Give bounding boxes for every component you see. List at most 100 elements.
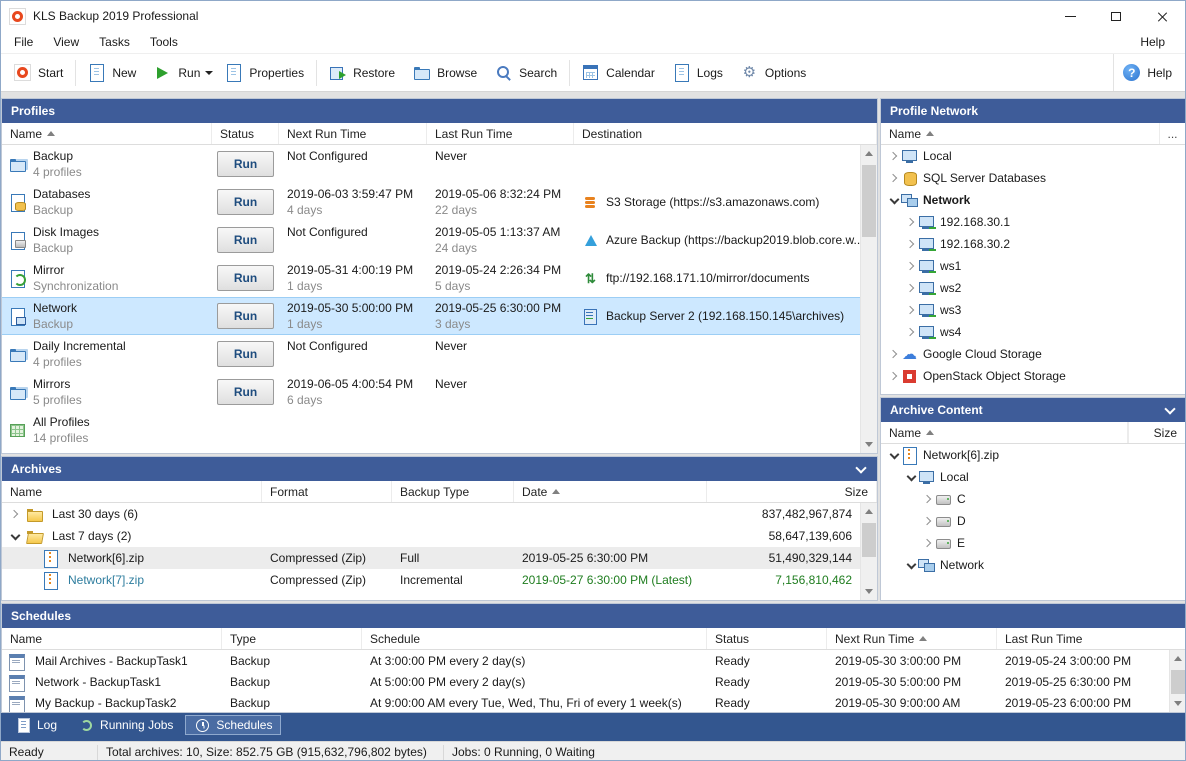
- column-header-last-run-time[interactable]: Last Run Time: [997, 628, 1186, 649]
- run-button[interactable]: Run: [217, 265, 274, 291]
- tree-item-host[interactable]: ws1: [881, 255, 1186, 277]
- chevron-right-icon[interactable]: [921, 492, 935, 506]
- close-button[interactable]: [1139, 1, 1185, 31]
- tab-running-jobs[interactable]: Running Jobs: [69, 715, 182, 735]
- run-button[interactable]: Run: [217, 151, 274, 177]
- column-header-size[interactable]: Size: [707, 481, 877, 502]
- profile-row-network-selected[interactable]: NetworkBackup Run 2019-05-30 5:00:00 PM1…: [2, 297, 860, 335]
- chevron-down-icon[interactable]: [887, 193, 901, 207]
- tree-item-local[interactable]: Local: [881, 145, 1186, 167]
- chevron-down-icon[interactable]: [904, 558, 918, 572]
- chevron-down-icon[interactable]: [904, 470, 918, 484]
- profile-row-daily-incremental[interactable]: Daily Incremental4 profiles Run Not Conf…: [2, 335, 860, 373]
- column-header-next-run-time[interactable]: Next Run Time: [827, 628, 997, 649]
- profile-row-all-profiles[interactable]: All Profiles14 profiles: [2, 411, 860, 449]
- chevron-right-icon[interactable]: [887, 369, 901, 383]
- archive-row-latest[interactable]: Network[7].zip Compressed (Zip) Incremen…: [2, 569, 860, 591]
- scroll-down-button[interactable]: [861, 583, 877, 600]
- collapse-chevron-icon[interactable]: [854, 462, 868, 476]
- schedule-row[interactable]: Mail Archives - BackupTask1 Backup At 3:…: [2, 650, 1169, 671]
- schedules-scrollbar[interactable]: [1169, 650, 1186, 712]
- tree-item-host[interactable]: ws4: [881, 321, 1186, 343]
- more-button[interactable]: ...: [1160, 123, 1186, 144]
- column-header-next-run-time[interactable]: Next Run Time: [279, 123, 427, 144]
- chevron-right-icon[interactable]: [904, 303, 918, 317]
- profile-row-databases[interactable]: DatabasesBackup Run 2019-06-03 3:59:47 P…: [2, 183, 860, 221]
- column-header-name[interactable]: Name: [2, 123, 212, 144]
- column-header-status[interactable]: Status: [707, 628, 827, 649]
- maximize-button[interactable]: [1093, 1, 1139, 31]
- column-header-backup-type[interactable]: Backup Type: [392, 481, 514, 502]
- collapse-chevron-icon[interactable]: [1163, 403, 1177, 417]
- column-header-status[interactable]: Status: [212, 123, 279, 144]
- scroll-up-button[interactable]: [1170, 650, 1186, 667]
- archive-row-selected[interactable]: Network[6].zip Compressed (Zip) Full 201…: [2, 547, 860, 569]
- profile-row-mirrors[interactable]: Mirrors5 profiles Run 2019-06-05 4:00:54…: [2, 373, 860, 411]
- tree-item-host[interactable]: ws2: [881, 277, 1186, 299]
- tree-item-openstack[interactable]: OpenStack Object Storage: [881, 365, 1186, 387]
- column-header-type[interactable]: Type: [222, 628, 362, 649]
- chevron-right-icon[interactable]: [8, 507, 22, 521]
- menu-file[interactable]: File: [4, 32, 43, 52]
- tree-item-host[interactable]: 192.168.30.1: [881, 211, 1186, 233]
- scrollbar-thumb[interactable]: [862, 523, 876, 557]
- logs-button[interactable]: Logs: [664, 58, 732, 88]
- help-button[interactable]: Help: [1114, 58, 1181, 88]
- calendar-button[interactable]: Calendar: [573, 58, 664, 88]
- profiles-scrollbar[interactable]: [860, 145, 877, 453]
- browse-button[interactable]: Browse: [404, 58, 486, 88]
- chevron-right-icon[interactable]: [904, 237, 918, 251]
- column-header-date[interactable]: Date: [514, 481, 707, 502]
- archive-group-row[interactable]: Last 7 days (2) 58,647,139,606: [2, 525, 860, 547]
- tree-item-drive-d[interactable]: D: [881, 510, 1186, 532]
- menu-tasks[interactable]: Tasks: [89, 32, 140, 52]
- column-header-last-run-time[interactable]: Last Run Time: [427, 123, 574, 144]
- tree-item-host[interactable]: ws3: [881, 299, 1186, 321]
- scroll-down-button[interactable]: [1170, 695, 1186, 712]
- minimize-button[interactable]: [1047, 1, 1093, 31]
- run-button[interactable]: Run: [217, 379, 274, 405]
- chevron-right-icon[interactable]: [904, 259, 918, 273]
- search-button[interactable]: Search: [486, 58, 566, 88]
- profile-row-backup[interactable]: Backup4 profiles Run Not Configured Neve…: [2, 145, 860, 183]
- chevron-right-icon[interactable]: [921, 514, 935, 528]
- run-button[interactable]: Run: [217, 227, 274, 253]
- column-header-format[interactable]: Format: [262, 481, 392, 502]
- chevron-right-icon[interactable]: [887, 171, 901, 185]
- menu-tools[interactable]: Tools: [140, 32, 188, 52]
- tree-item-drive-e[interactable]: E: [881, 532, 1186, 554]
- column-header-schedule[interactable]: Schedule: [362, 628, 707, 649]
- new-button[interactable]: New: [79, 58, 145, 88]
- chevron-down-icon[interactable]: [8, 529, 22, 543]
- profile-row-disk-images[interactable]: Disk ImagesBackup Run Not Configured 201…: [2, 221, 860, 259]
- tab-schedules[interactable]: Schedules: [185, 715, 281, 735]
- column-header-size[interactable]: Size: [1128, 422, 1186, 443]
- chevron-right-icon[interactable]: [904, 215, 918, 229]
- options-button[interactable]: Options: [732, 58, 815, 88]
- title-bar[interactable]: KLS Backup 2019 Professional: [1, 1, 1185, 31]
- start-button[interactable]: Start: [5, 58, 72, 88]
- restore-button[interactable]: Restore: [320, 58, 404, 88]
- chevron-right-icon[interactable]: [887, 347, 901, 361]
- chevron-right-icon[interactable]: [904, 325, 918, 339]
- scrollbar-thumb[interactable]: [862, 165, 876, 237]
- archive-group-row[interactable]: Last 30 days (6) 837,482,967,874: [2, 503, 860, 525]
- column-header-name[interactable]: Name: [2, 481, 262, 502]
- schedule-row[interactable]: My Backup - BackupTask2 Backup At 9:00:0…: [2, 692, 1169, 713]
- menu-help[interactable]: Help: [1130, 32, 1175, 52]
- column-header-name[interactable]: Name: [881, 123, 1160, 144]
- menu-view[interactable]: View: [43, 32, 89, 52]
- scroll-up-button[interactable]: [861, 145, 877, 162]
- chevron-down-icon[interactable]: [887, 448, 901, 462]
- tree-item-host[interactable]: 192.168.30.2: [881, 233, 1186, 255]
- scroll-down-button[interactable]: [861, 436, 877, 453]
- run-toolbar-button[interactable]: Run: [145, 58, 209, 88]
- archives-scrollbar[interactable]: [860, 503, 877, 600]
- tree-item-network[interactable]: Network: [881, 189, 1186, 211]
- tree-item-sql-databases[interactable]: SQL Server Databases: [881, 167, 1186, 189]
- scrollbar-thumb[interactable]: [1171, 670, 1185, 694]
- run-dropdown-button[interactable]: [201, 58, 216, 88]
- run-button[interactable]: Run: [217, 341, 274, 367]
- tree-item-local[interactable]: Local: [881, 466, 1186, 488]
- tree-item-archive-zip[interactable]: Network[6].zip: [881, 444, 1186, 466]
